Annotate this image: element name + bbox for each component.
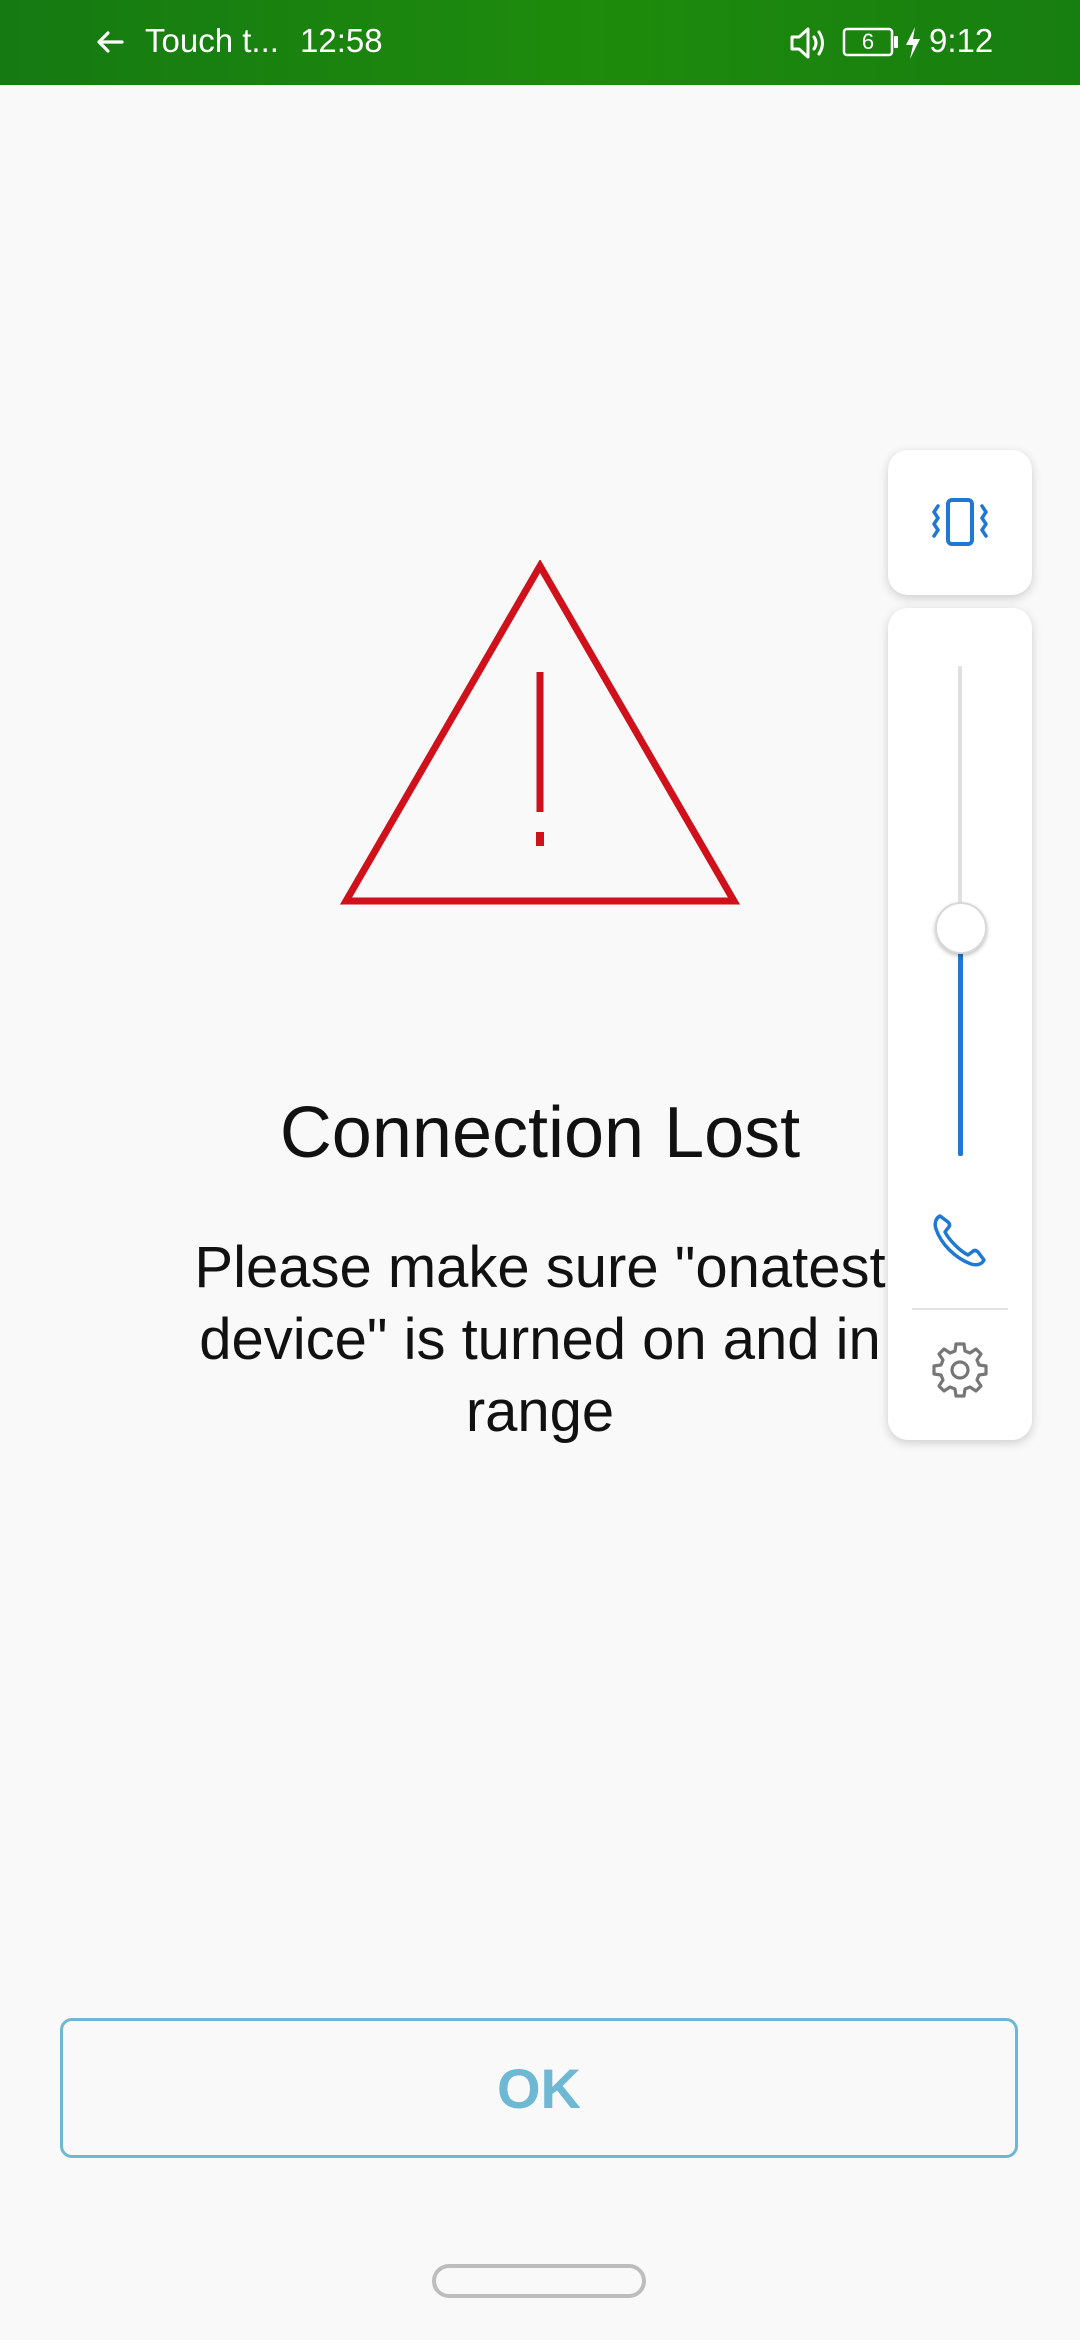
- panel-divider: [912, 1308, 1008, 1310]
- back-arrow-icon[interactable]: [94, 26, 126, 58]
- volume-slider-fill: [958, 925, 963, 1156]
- volume-slider-thumb[interactable]: [935, 901, 987, 954]
- status-bar: Touch t... 12:58 6 9:12: [0, 0, 1080, 85]
- volume-panel: [888, 608, 1032, 1440]
- battery-level: 6: [861, 29, 875, 54]
- speaker-icon: [790, 27, 824, 59]
- warning-icon: [340, 560, 740, 905]
- ok-button[interactable]: OK: [60, 2018, 1018, 2158]
- ringer-mode-panel: [888, 450, 1032, 595]
- call-time: 12:58: [300, 22, 383, 59]
- phone-icon: [933, 1214, 986, 1267]
- dialog-message: Please make sure "onatest device" is tur…: [194, 1235, 886, 1444]
- home-indicator[interactable]: [432, 2264, 646, 2298]
- gear-icon[interactable]: [928, 1338, 992, 1402]
- clock: 9:12: [929, 22, 994, 59]
- vibrate-icon[interactable]: [924, 486, 996, 558]
- app-label[interactable]: Touch t...: [145, 22, 279, 60]
- charging-icon: [906, 27, 920, 59]
